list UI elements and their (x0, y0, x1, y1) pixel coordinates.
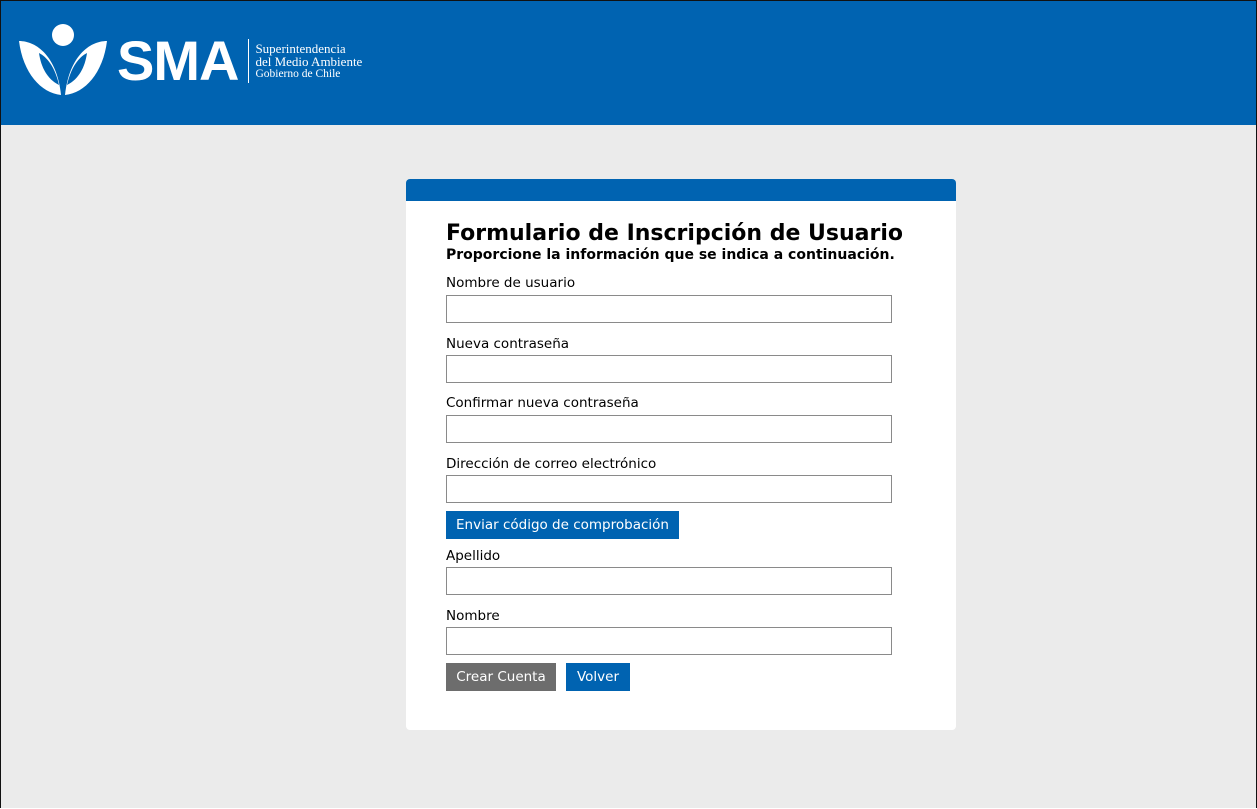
logo-divider (248, 39, 250, 83)
confirm-password-input[interactable] (446, 415, 892, 443)
send-verification-code-button[interactable]: Enviar código de comprobación (446, 511, 679, 539)
sma-logo-icon (19, 24, 107, 95)
brand-subtitle: Superintendencia del Medio Ambiente Gobi… (255, 42, 362, 81)
site-logo[interactable]: SMA Superintendencia del Medio Ambiente … (17, 23, 362, 99)
last-name-label: Apellido (446, 548, 501, 564)
last-name-input[interactable] (446, 567, 892, 595)
confirm-password-label: Confirmar nueva contraseña (446, 395, 639, 411)
brand-subtitle-line-3: Gobierno de Chile (255, 67, 341, 80)
site-header: SMA Superintendencia del Medio Ambiente … (1, 1, 1256, 125)
form-intro: Proporcione la información que se indica… (446, 247, 895, 263)
first-name-input[interactable] (446, 627, 892, 655)
first-name-label: Nombre (446, 608, 500, 624)
card-top-bar (406, 179, 956, 201)
brand-name: SMA (117, 29, 239, 92)
email-label: Dirección de correo electrónico (446, 456, 657, 472)
email-input[interactable] (446, 475, 892, 503)
new-password-input[interactable] (446, 355, 892, 383)
username-label: Nombre de usuario (446, 275, 576, 291)
username-input[interactable] (446, 295, 892, 323)
brand-subtitle-line-2: del Medio Ambiente (255, 53, 363, 69)
brand-subtitle-line-1: Superintendencia (255, 40, 346, 56)
new-password-label: Nueva contraseña (446, 336, 570, 352)
form-title: Formulario de Inscripción de Usuario (446, 221, 904, 246)
page: SMA Superintendencia del Medio Ambiente … (0, 0, 1257, 808)
back-button[interactable]: Volver (566, 663, 630, 691)
registration-form: Formulario de Inscripción de Usuario Pro… (446, 221, 904, 691)
create-account-button[interactable]: Crear Cuenta (446, 663, 556, 691)
registration-card: Formulario de Inscripción de Usuario Pro… (406, 179, 956, 730)
